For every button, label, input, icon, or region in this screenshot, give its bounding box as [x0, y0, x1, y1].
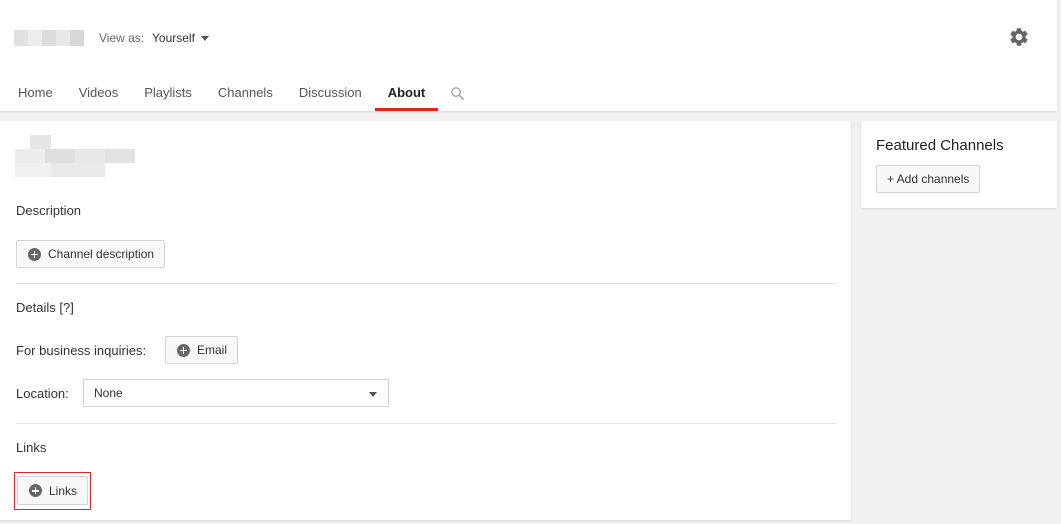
- caret-down-icon: [369, 392, 377, 397]
- channel-description-button[interactable]: Channel description: [16, 240, 166, 268]
- links-button-label: Links: [49, 483, 78, 498]
- gear-icon[interactable]: [1008, 26, 1030, 48]
- tab-playlists[interactable]: Playlists: [131, 78, 205, 111]
- featured-channels-title: Featured Channels: [876, 137, 1004, 154]
- location-label: Location:: [16, 386, 69, 401]
- plus-circle-icon: [177, 343, 190, 357]
- tab-home[interactable]: Home: [0, 78, 66, 111]
- plus-circle-icon: [28, 247, 41, 261]
- tab-videos[interactable]: Videos: [66, 78, 132, 111]
- business-inquiries-label: For business inquiries:: [16, 343, 147, 358]
- details-label[interactable]: Details [?]: [16, 300, 74, 315]
- featured-channels-panel: Featured Channels + Add channels: [861, 121, 1057, 208]
- email-button[interactable]: Email: [165, 336, 239, 364]
- plus-circle-icon: [29, 484, 42, 497]
- blurred-channel-title: [15, 135, 135, 177]
- add-channels-button[interactable]: + Add channels: [876, 165, 981, 193]
- view-as-value: Yourself: [152, 31, 195, 45]
- links-label: Links: [16, 440, 47, 455]
- links-button[interactable]: Links: [17, 476, 89, 505]
- channel-tabs: Home Videos Playlists Channels Discussio…: [0, 78, 477, 111]
- tab-channels[interactable]: Channels: [205, 78, 286, 111]
- view-as-dropdown[interactable]: Yourself: [152, 31, 209, 45]
- blurred-channel-name: [14, 30, 84, 46]
- tab-about[interactable]: About: [374, 78, 439, 111]
- channel-header: View as: Yourself Home Videos Playlists …: [0, 0, 1057, 111]
- location-select[interactable]: None: [83, 379, 389, 407]
- divider: [16, 423, 836, 424]
- divider: [16, 283, 836, 284]
- about-panel: Description Channel description Details …: [0, 121, 851, 520]
- description-label: Description: [16, 203, 82, 218]
- caret-down-icon: [200, 35, 209, 41]
- tab-discussion[interactable]: Discussion: [286, 78, 375, 111]
- view-as-label: View as:: [99, 31, 145, 45]
- tab-search[interactable]: [438, 78, 477, 108]
- location-select-value: None: [94, 386, 123, 400]
- search-icon: [451, 86, 465, 100]
- channel-description-button-label: Channel description: [48, 247, 155, 261]
- email-button-label: Email: [197, 343, 228, 357]
